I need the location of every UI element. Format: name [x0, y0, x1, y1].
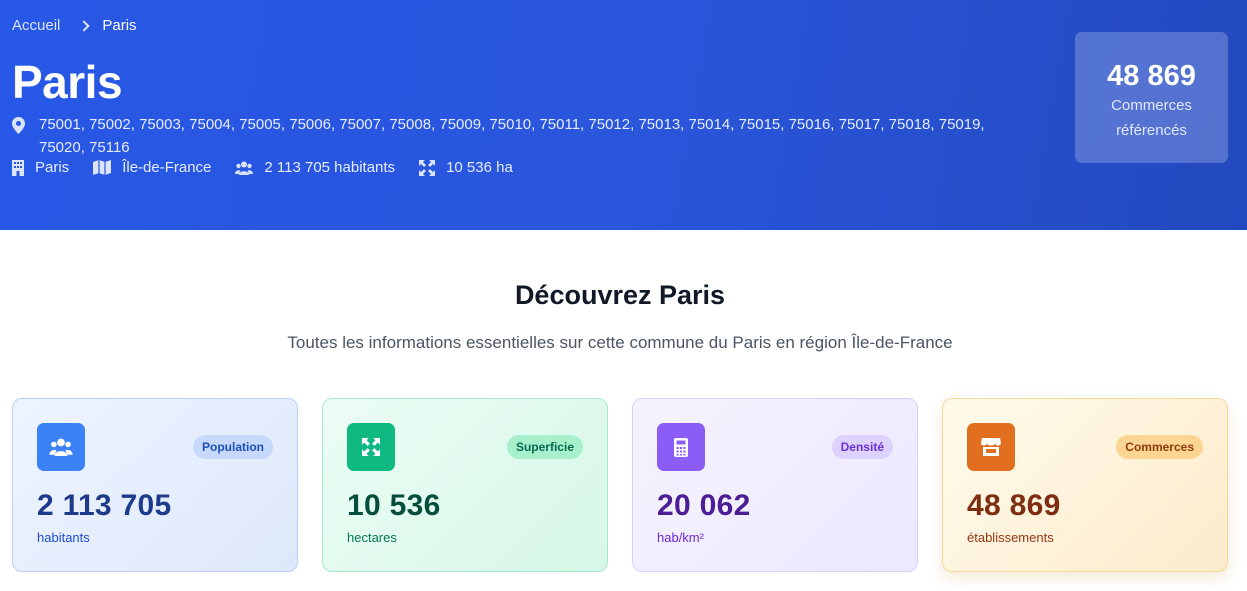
- commerces-badge-number: 48 869: [1107, 60, 1196, 92]
- users-icon: [235, 161, 254, 175]
- breadcrumb-home-link[interactable]: Accueil: [12, 17, 60, 34]
- meta-region: Île-de-France: [93, 159, 211, 176]
- meta-row: Paris Île-de-France 2 113 705 habitants: [12, 159, 537, 176]
- card-value: 10 536: [347, 489, 441, 522]
- card-unit: habitants: [37, 530, 90, 545]
- hero-header: Accueil Paris Paris 75001, 75002, 75003,…: [0, 0, 1247, 230]
- meta-department-label: Paris: [35, 159, 70, 176]
- meta-department: Paris: [12, 159, 69, 176]
- expand-icon: [347, 423, 395, 471]
- card-tag: Superficie: [506, 435, 583, 459]
- store-icon: [967, 423, 1015, 471]
- breadcrumb-current: Paris: [102, 17, 137, 34]
- breadcrumb: Accueil Paris: [12, 17, 137, 34]
- meta-population-label: 2 113 705 habitants: [264, 159, 396, 176]
- meta-area: 10 536 ha: [419, 159, 513, 176]
- commerces-badge: 48 869 Commerces référencés: [1075, 32, 1228, 163]
- card-value: 20 062: [657, 489, 751, 522]
- meta-population: 2 113 705 habitants: [235, 159, 395, 176]
- map-pin-icon: [12, 117, 25, 134]
- card-unit: établissements: [967, 530, 1054, 545]
- section-subtitle: Toutes les informations essentielles sur…: [287, 333, 953, 352]
- meta-area-label: 10 536 ha: [446, 159, 513, 176]
- users-icon: [37, 423, 85, 471]
- card-value: 48 869: [967, 489, 1061, 522]
- card-value: 2 113 705: [37, 489, 172, 522]
- map-icon: [93, 160, 112, 175]
- card-unit: hab/km²: [657, 530, 704, 545]
- card-population: Population 2 113 705 habitants: [12, 398, 298, 572]
- page-title: Paris: [12, 56, 123, 108]
- building-icon: [12, 159, 24, 176]
- section-title: Découvrez Paris: [514, 280, 726, 310]
- card-tag: Commerces: [1116, 435, 1203, 459]
- postal-codes: 75001, 75002, 75003, 75004, 75005, 75006…: [39, 116, 985, 156]
- postal-codes-row: 75001, 75002, 75003, 75004, 75005, 75006…: [12, 113, 1032, 159]
- calculator-icon: [657, 423, 705, 471]
- card-superficie: Superficie 10 536 hectares: [322, 398, 608, 572]
- chevron-right-icon: [78, 19, 91, 32]
- meta-region-label: Île-de-France: [122, 159, 212, 176]
- card-tag: Population: [193, 435, 273, 459]
- card-densite: Densité 20 062 hab/km²: [632, 398, 918, 572]
- card-tag: Densité: [831, 435, 893, 459]
- card-unit: hectares: [347, 530, 397, 545]
- stat-cards: Population 2 113 705 habitants Superfici…: [12, 398, 1247, 572]
- card-commerces: Commerces 48 869 établissements: [942, 398, 1228, 572]
- commerces-badge-label-line2: référencés: [1116, 122, 1187, 139]
- commerces-badge-label-line1: Commerces: [1111, 97, 1192, 114]
- expand-icon: [419, 159, 436, 176]
